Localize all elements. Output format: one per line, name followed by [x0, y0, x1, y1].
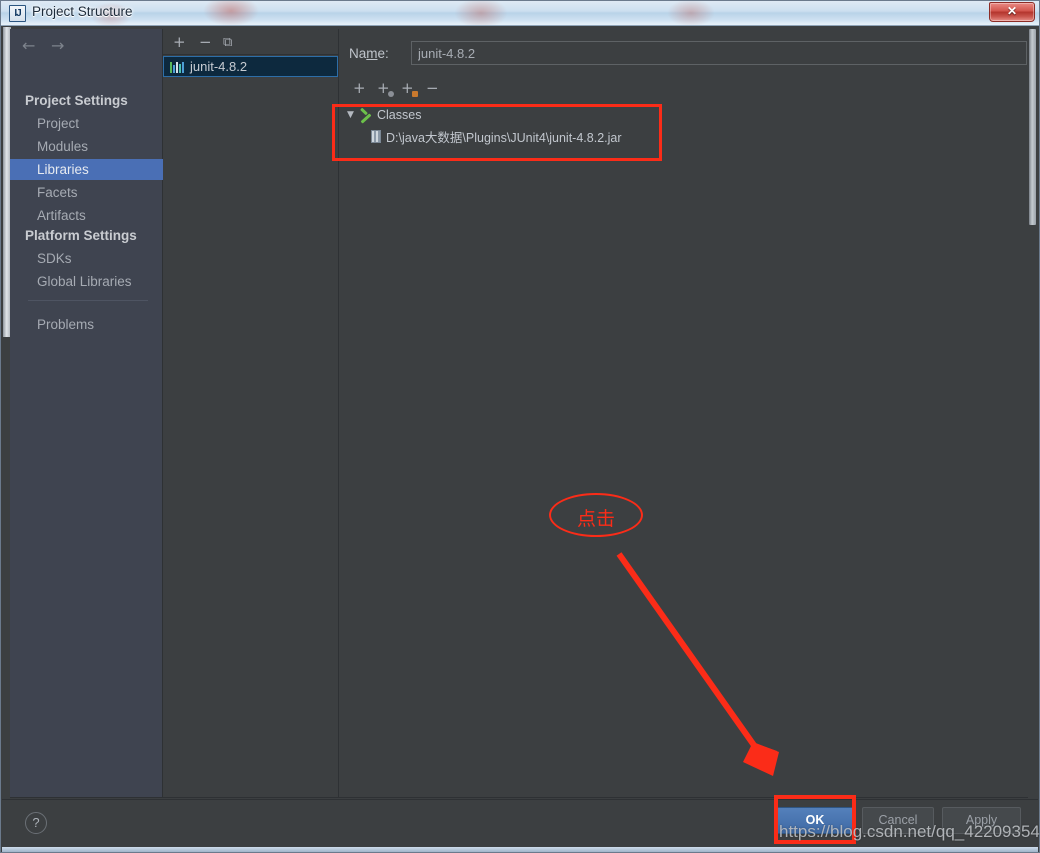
sidebar-item-sdks[interactable]: SDKs — [10, 248, 163, 269]
close-icon: ✕ — [1006, 4, 1018, 18]
detail-scrollbar[interactable] — [1028, 29, 1037, 798]
chevron-down-icon[interactable]: ▼ — [347, 109, 359, 121]
sidebar-divider — [28, 300, 148, 301]
help-button[interactable]: ? — [25, 812, 47, 834]
back-arrow-icon[interactable]: ← — [22, 37, 35, 55]
library-list: junit-4.8.2 — [163, 56, 338, 796]
tree-row[interactable]: ▼ Classes — [347, 105, 421, 125]
window-bottom-bevel — [2, 847, 1038, 852]
classes-tree: ▼ Classes D:\java大数据\Plugins\JUnit4\juni… — [341, 105, 1027, 145]
library-icon — [170, 61, 184, 73]
add-icon[interactable]: + — [351, 79, 371, 99]
detail-scrollbar-thumb[interactable] — [1029, 29, 1036, 225]
sidebar-item-artifacts[interactable]: Artifacts — [10, 205, 163, 226]
jar-file-icon — [371, 129, 381, 143]
remove-icon[interactable]: − — [423, 79, 443, 99]
name-input[interactable] — [411, 41, 1027, 65]
add-directory-icon[interactable]: + — [399, 79, 419, 99]
sidebar-item-modules[interactable]: Modules — [10, 136, 163, 157]
project-structure-dialog: Project Structure ✕ ← → Project Settings… — [0, 0, 1040, 853]
dialog-body: ← → Project Settings Project Modules Lib… — [2, 27, 1038, 852]
tree-row[interactable]: D:\java大数据\Plugins\JUnit4\junit-4.8.2.ja… — [371, 126, 622, 146]
sidebar-item-facets[interactable]: Facets — [10, 182, 163, 203]
library-detail-panel: Name: + + + − — [339, 29, 1030, 798]
classes-root-icon — [359, 108, 373, 122]
add-jar-icon[interactable]: + — [375, 79, 395, 99]
list-item[interactable]: junit-4.8.2 — [163, 56, 338, 77]
window-title: Project Structure — [32, 4, 133, 19]
title-bar: Project Structure ✕ — [1, 1, 1039, 26]
sidebar-group-project-settings: Project Settings — [25, 93, 128, 108]
library-list-panel: + − ⧉ junit-4.8.2 — [163, 29, 339, 798]
copy-library-icon[interactable]: ⧉ — [223, 35, 232, 51]
sidebar-item-project[interactable]: Project — [10, 113, 163, 134]
sidebar-group-platform-settings: Platform Settings — [25, 228, 137, 243]
jar-badge-icon — [388, 91, 394, 97]
close-button[interactable]: ✕ — [989, 2, 1035, 22]
nav-buttons: ← → — [18, 37, 88, 57]
watermark-text: https://blog.csdn.net/qq_42209354 — [779, 822, 1040, 841]
add-library-icon[interactable]: + — [173, 34, 186, 50]
sidebar-item-global-libraries[interactable]: Global Libraries — [10, 271, 163, 292]
folder-badge-icon — [412, 91, 418, 97]
library-list-toolbar: + − ⧉ — [163, 29, 339, 55]
jar-path-label: D:\java大数据\Plugins\JUnit4\junit-4.8.2.ja… — [386, 130, 622, 145]
settings-sidebar: ← → Project Settings Project Modules Lib… — [10, 29, 163, 798]
sidebar-item-libraries[interactable]: Libraries — [10, 159, 163, 180]
remove-library-icon[interactable]: − — [199, 34, 212, 50]
forward-arrow-icon[interactable]: → — [51, 37, 64, 55]
classes-root-label: Classes — [377, 108, 422, 122]
library-item-label: junit-4.8.2 — [190, 59, 248, 74]
name-row: Name: — [349, 41, 1027, 67]
name-label: Name: — [349, 46, 389, 61]
sidebar-item-problems[interactable]: Problems — [10, 314, 163, 335]
classes-toolbar: + + + − — [347, 79, 467, 101]
intellij-idea-icon — [9, 5, 26, 22]
